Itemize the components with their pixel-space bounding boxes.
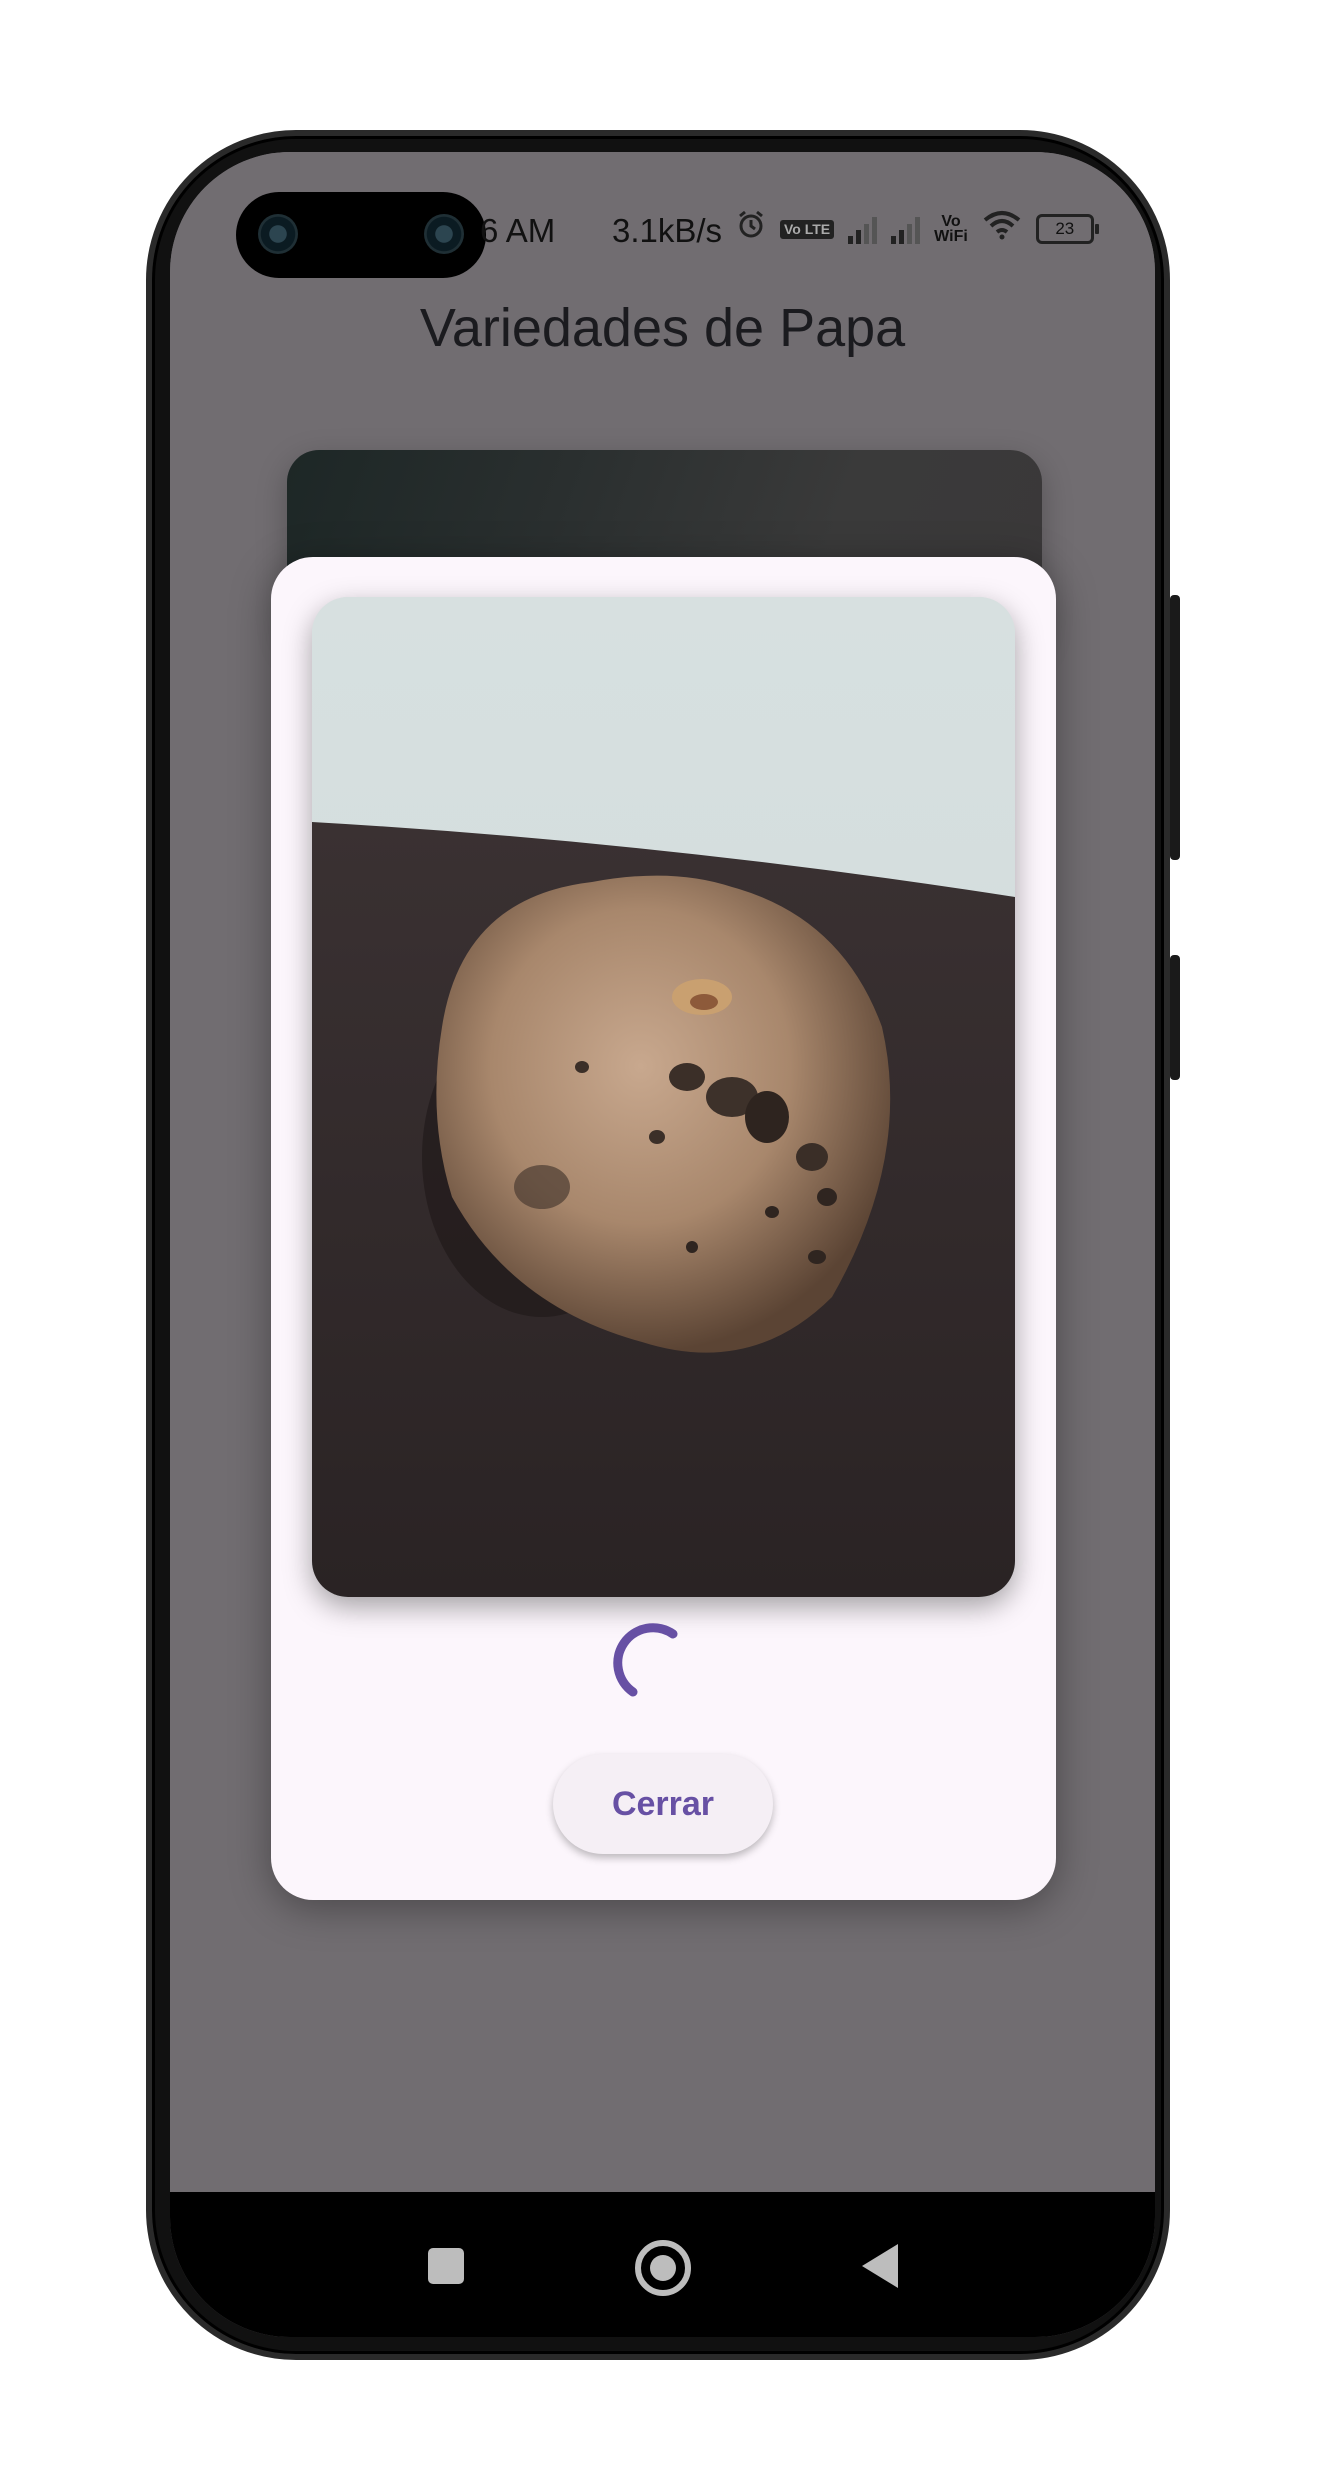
camera-lens-icon <box>258 214 298 254</box>
volume-button <box>1170 595 1180 860</box>
home-circle-icon[interactable] <box>635 2240 691 2296</box>
recents-square-icon[interactable] <box>428 2248 464 2284</box>
signal-icon <box>891 214 921 244</box>
power-button <box>1170 955 1180 1080</box>
potato-photo <box>312 597 1015 1597</box>
alarm-icon <box>736 210 766 248</box>
status-bar: 6 AM 3.1kB/s Vo LTE Vo WiFi 23 <box>170 152 1155 312</box>
status-time: 6 AM <box>480 212 556 249</box>
status-icons: Vo LTE Vo WiFi 23 <box>736 210 1099 248</box>
camera-lens-icon <box>424 214 464 254</box>
vowifi-bottom-label: WiFi <box>934 228 968 245</box>
phone-screen: 6 AM 3.1kB/s Vo LTE Vo WiFi 23 Variedade… <box>170 152 1155 2337</box>
loading-spinner-icon <box>613 1623 678 1697</box>
wifi-icon <box>982 210 1022 248</box>
signal-icon <box>848 214 878 244</box>
volte-icon: Vo LTE <box>780 219 835 239</box>
back-triangle-icon[interactable] <box>862 2244 898 2288</box>
vowifi-icon: Vo WiFi <box>934 213 968 245</box>
close-button[interactable]: Cerrar <box>553 1754 773 1854</box>
status-net-speed: 3.1kB/s <box>612 212 723 249</box>
vowifi-top-label: Vo <box>941 213 961 230</box>
navigation-bar <box>170 2192 1155 2337</box>
image-dialog: Cerrar <box>271 557 1056 1900</box>
page-title: Variedades de Papa <box>419 298 906 358</box>
camera-cutout <box>236 192 486 278</box>
battery-icon: 23 <box>1035 214 1099 244</box>
